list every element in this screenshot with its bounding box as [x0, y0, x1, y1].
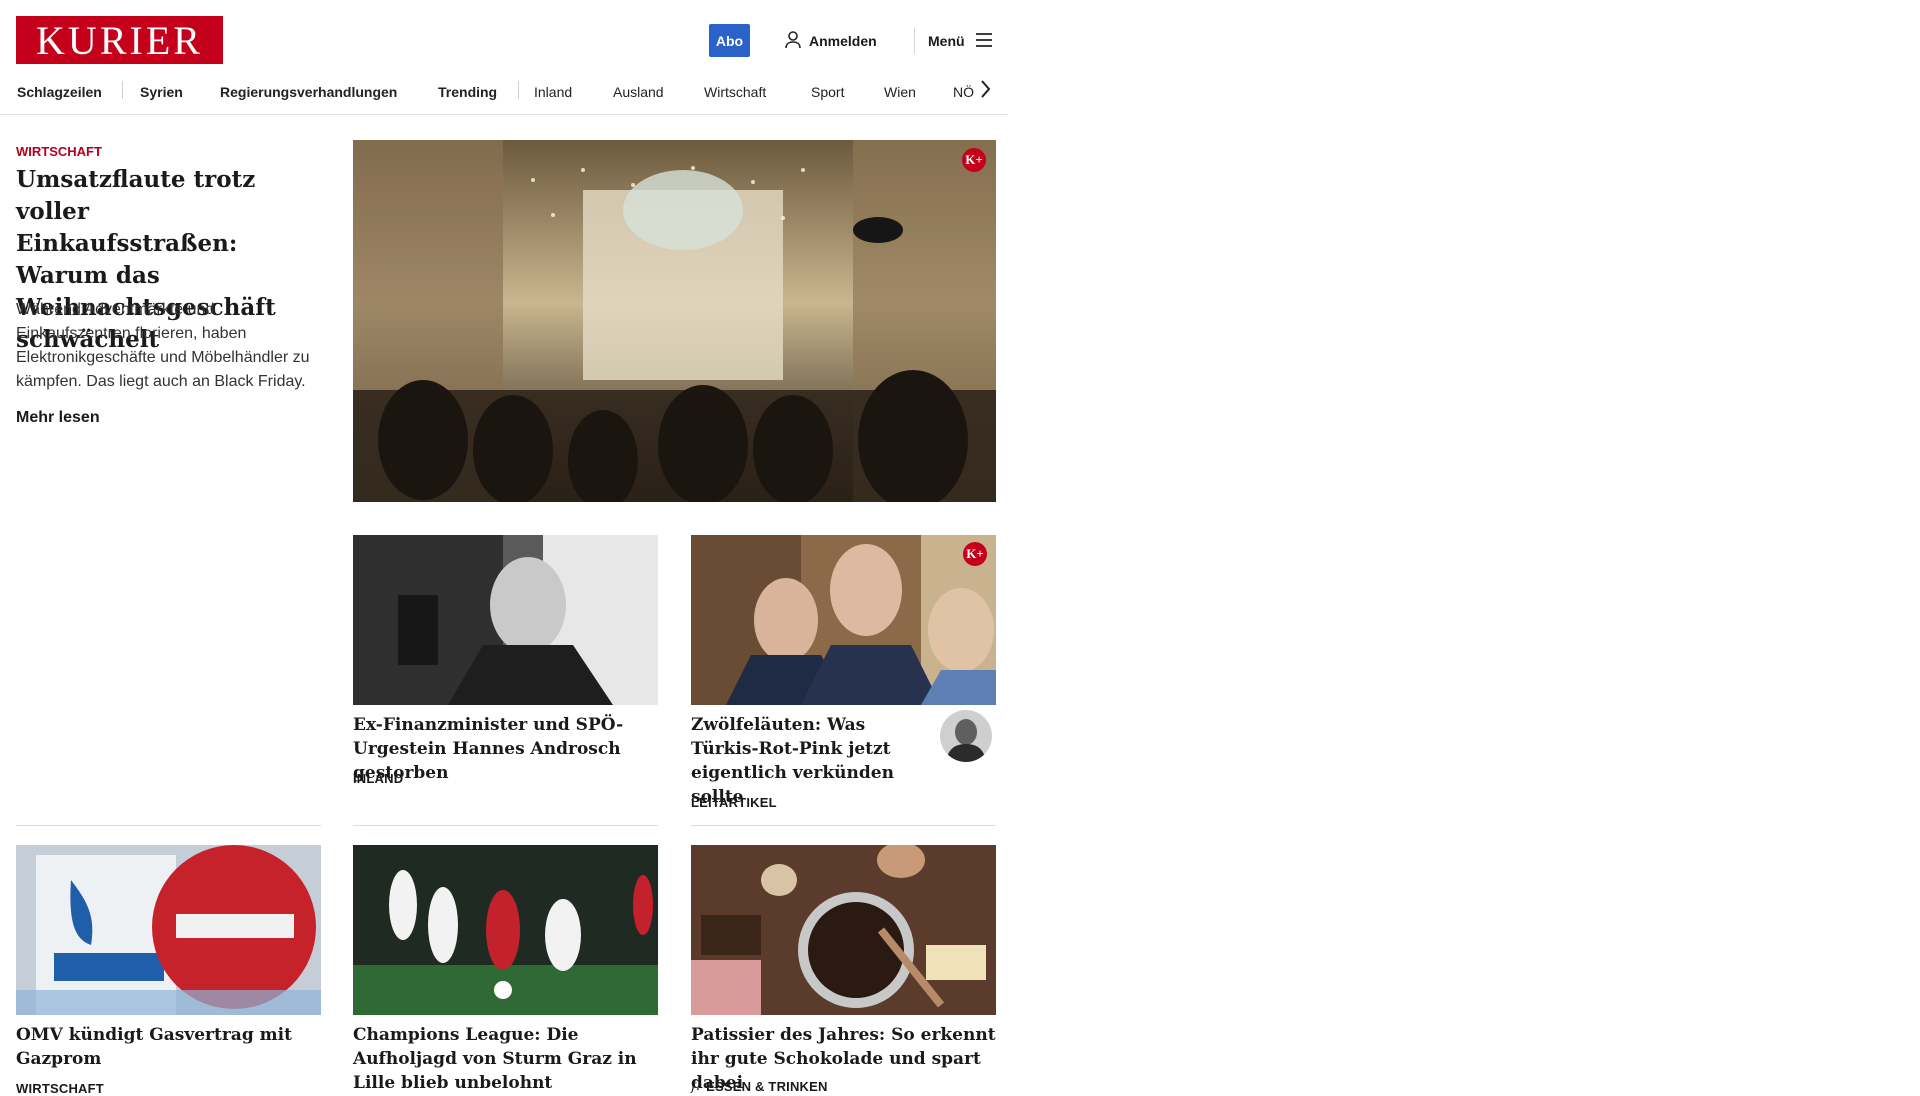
card-image[interactable]: [691, 535, 996, 705]
card-image[interactable]: [353, 845, 658, 1015]
nav-item-schlagzeilen[interactable]: Schlagzeilen: [17, 80, 102, 104]
card-category-row[interactable]: f. Essen & Trinken: [691, 1078, 828, 1094]
card-title[interactable]: OMV kündigt Gasvertrag mit Gazprom: [16, 1023, 306, 1071]
hero-kicker[interactable]: Wirtschaft: [16, 144, 102, 159]
nav-divider: [518, 81, 519, 99]
nav-item-wirtschaft[interactable]: Wirtschaft: [704, 80, 766, 104]
nav-item-regierungsverhandlungen[interactable]: Regierungsverhandlungen: [220, 80, 397, 104]
divider: [353, 825, 658, 826]
card-category[interactable]: Inland: [353, 771, 403, 786]
nav-item-noe[interactable]: NÖ: [953, 80, 974, 104]
nav-item-inland[interactable]: Inland: [534, 80, 572, 104]
login-button[interactable]: Anmelden: [785, 29, 877, 53]
author-avatar[interactable]: [940, 710, 992, 762]
card-category: Essen & Trinken: [706, 1078, 828, 1094]
nav-divider: [122, 81, 123, 99]
divider: [16, 825, 321, 826]
divider: [691, 825, 996, 826]
fork-icon: f.: [691, 1078, 701, 1094]
hero-teaser: Während Adventmärkte und Einkaufszentren…: [16, 301, 310, 390]
menu-label: Menü: [928, 33, 965, 49]
card-title[interactable]: Champions League: Die Aufholjagd von Stu…: [353, 1023, 658, 1095]
kurier-logo[interactable]: KURIER: [16, 16, 223, 64]
plus-badge: K+: [963, 542, 987, 566]
nav-item-syrien[interactable]: Syrien: [140, 80, 183, 104]
card-image[interactable]: [353, 535, 658, 705]
hamburger-icon: [975, 32, 993, 50]
abo-button[interactable]: Abo: [709, 24, 750, 57]
nav-item-wien[interactable]: Wien: [884, 80, 916, 104]
plus-badge: K+: [962, 148, 986, 172]
user-icon: [785, 30, 801, 52]
card-category[interactable]: Leitartikel: [691, 795, 777, 810]
card-category[interactable]: Wirtschaft: [16, 1081, 104, 1096]
read-more-link[interactable]: Mehr lesen: [16, 409, 100, 427]
chevron-right-icon: [981, 80, 991, 98]
menu-button[interactable]: Menü: [928, 29, 993, 53]
hero-image[interactable]: [353, 140, 996, 502]
nav-next-button[interactable]: [976, 78, 994, 100]
header-divider: [914, 28, 915, 54]
nav-item-trending[interactable]: Trending: [438, 80, 497, 104]
nav-item-ausland[interactable]: Ausland: [613, 80, 664, 104]
card-image[interactable]: [16, 845, 321, 1015]
card-image[interactable]: [691, 845, 996, 1015]
page: KURIER Abo Anmelden Menü Schlagzeilen Sy…: [0, 0, 1020, 1096]
nav-item-sport[interactable]: Sport: [811, 80, 844, 104]
login-label: Anmelden: [809, 33, 877, 49]
